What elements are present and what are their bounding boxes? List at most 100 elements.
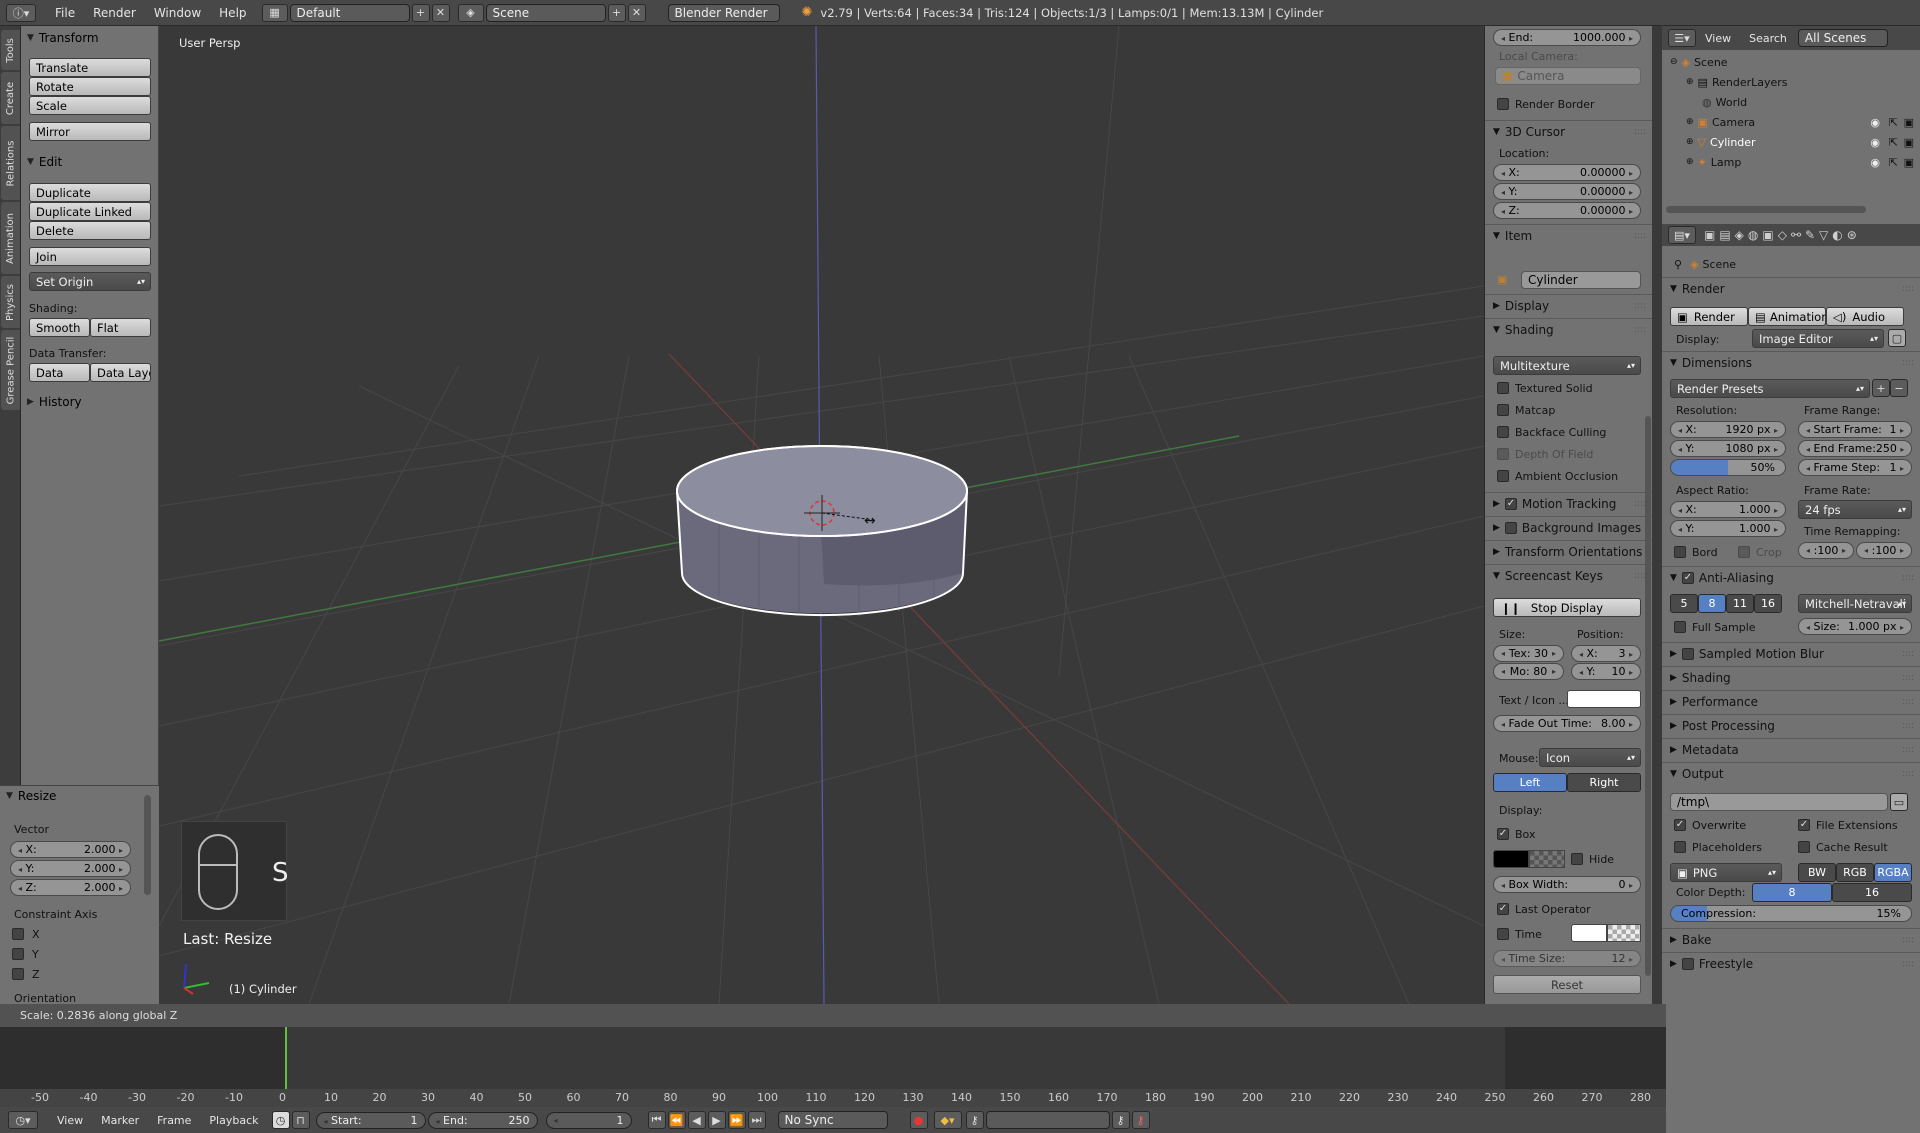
resolution-y-field[interactable]: ◂ Y: 1080 px ▸ — [1670, 440, 1786, 457]
performance-header[interactable]: ▶ Performance:::: — [1662, 690, 1920, 712]
mirror-button[interactable]: Mirror — [29, 122, 151, 141]
box-checkbox[interactable]: ✓ — [1497, 828, 1509, 840]
position-y-field[interactable]: ◂ Y: 10 ▸ — [1571, 663, 1641, 680]
tab-tools[interactable]: Tools — [1, 30, 20, 70]
3d-viewport[interactable]: ↔ User Persp S Last: Resize (1) Cylinder — [159, 26, 1484, 1004]
keying-set-field[interactable] — [985, 1111, 1110, 1129]
color-rgb-button[interactable]: RGB — [1836, 863, 1874, 882]
box-width-field[interactable]: ◂ Box Width: 0 ▸ — [1493, 876, 1641, 893]
ambient-occlusion-checkbox[interactable] — [1497, 470, 1509, 482]
current-frame-marker[interactable] — [285, 1027, 287, 1089]
transform-panel-header[interactable]: ▼ Transform — [27, 28, 99, 48]
constraint-y-checkbox[interactable] — [12, 948, 24, 960]
outliner-view-menu[interactable]: View — [1696, 32, 1740, 45]
time-remap-old-field[interactable]: ◂:100 ▸ — [1798, 542, 1854, 559]
context-tabs-icons[interactable]: ▣▤◈◍▣◇⚯✎▽◐⊛ — [1704, 228, 1861, 242]
time-color-swatch[interactable] — [1571, 924, 1607, 942]
next-keyframe-icon[interactable]: ⏩ — [727, 1111, 746, 1129]
prev-keyframe-icon[interactable]: ⏪ — [667, 1111, 686, 1129]
tex-size-field[interactable]: ◂ Tex: 30 ▸ — [1493, 645, 1564, 662]
backface-culling-checkbox[interactable] — [1497, 426, 1509, 438]
timeline-marker-menu[interactable]: Marker — [92, 1114, 148, 1127]
menu-file[interactable]: File — [46, 6, 84, 20]
jump-start-icon[interactable]: ⏮ — [647, 1111, 666, 1129]
outliner-display-select[interactable]: All Scenes — [1797, 29, 1888, 47]
aa-samples-8[interactable]: 8 — [1698, 594, 1726, 613]
post-processing-header[interactable]: ▶ Post Processing:::: — [1662, 714, 1920, 736]
aa-filter-select[interactable]: Mitchell-Netravali ▴▾ — [1798, 594, 1912, 613]
resize-panel-header[interactable]: ▼ Resize — [6, 786, 56, 806]
outliner-row-camera[interactable]: ⊕ ▣ Camera ◉ ⇱ ▣ — [1662, 112, 1920, 132]
start-frame-field[interactable]: ◂ Start Frame: 1 ▸ — [1798, 421, 1912, 438]
right-button[interactable]: Right — [1567, 773, 1641, 792]
data-button[interactable]: Data — [29, 363, 90, 382]
time-alpha-swatch[interactable] — [1607, 924, 1641, 942]
output-header[interactable]: ▼ Output:::: — [1662, 762, 1920, 784]
duplicate-linked-button[interactable]: Duplicate Linked — [29, 202, 151, 221]
delete-keyframe-icon[interactable]: ⚷ — [1131, 1111, 1150, 1129]
render-display-icon[interactable]: ▢ — [1888, 329, 1906, 347]
menu-window[interactable]: Window — [145, 6, 210, 20]
hide-checkbox[interactable] — [1571, 853, 1583, 865]
cursor-z-field[interactable]: ◂ Z: 0.00000 ▸ — [1493, 202, 1641, 219]
remove-scene-icon[interactable]: ✕ — [627, 3, 646, 22]
cursor-y-field[interactable]: ◂ Y: 0.00000 ▸ — [1493, 183, 1641, 200]
resize-y-field[interactable]: ◂ Y: 2.000 ▸ — [10, 860, 131, 877]
translate-button[interactable]: Translate — [29, 58, 151, 77]
outliner-row-cylinder[interactable]: ⊕ ▽ Cylinder ◉ ⇱ ▣ — [1662, 132, 1920, 152]
flat-button[interactable]: Flat — [90, 318, 151, 337]
history-panel-header[interactable]: ▶ History — [27, 392, 82, 412]
motion-tracking-header[interactable]: ▶ ✓ Motion Tracking:::: — [1485, 492, 1652, 514]
box-color-swatch[interactable] — [1493, 850, 1529, 868]
color-depth-8-button[interactable]: 8 — [1752, 883, 1832, 902]
outliner-editor-icon[interactable]: ☰▾ — [1668, 29, 1696, 47]
3d-cursor-header[interactable]: ▼ 3D Cursor:::: — [1485, 120, 1652, 142]
color-depth-16-button[interactable]: 16 — [1832, 883, 1912, 902]
record-icon[interactable]: ● — [909, 1111, 928, 1129]
tab-relations[interactable]: Relations — [1, 126, 20, 200]
timeline-playback-menu[interactable]: Playback — [200, 1114, 267, 1127]
overwrite-checkbox[interactable]: ✓ — [1674, 819, 1686, 831]
tab-physics[interactable]: Physics — [1, 276, 20, 328]
mouse-size-field[interactable]: ◂ Mo: 80 ▸ — [1493, 663, 1564, 680]
layout-icon[interactable]: ▦ — [261, 3, 288, 22]
file-format-select[interactable]: ▣ PNG ▴▾ — [1670, 863, 1782, 882]
sampled-motion-blur-header[interactable]: ▶ Sampled Motion Blur:::: — [1662, 642, 1920, 664]
outliner-search-menu[interactable]: Search — [1740, 32, 1796, 45]
smooth-button[interactable]: Smooth — [29, 318, 90, 337]
add-layout-icon[interactable]: + — [411, 3, 430, 22]
shading-header[interactable]: ▼ Shading:::: — [1485, 318, 1652, 340]
metadata-header[interactable]: ▶ Metadata:::: — [1662, 738, 1920, 760]
aa-samples-16[interactable]: 16 — [1754, 594, 1782, 613]
render-engine-select[interactable]: Blender Render — [667, 3, 780, 22]
display-header[interactable]: ▶ Display:::: — [1485, 294, 1652, 316]
menu-render[interactable]: Render — [84, 6, 145, 20]
frame-step-field[interactable]: ◂ Frame Step: 1 ▸ — [1798, 459, 1912, 476]
background-images-header[interactable]: ▶ Background Images — [1485, 516, 1652, 538]
aa-samples-5[interactable]: 5 — [1670, 594, 1698, 613]
stop-display-button[interactable]: ❙❙ Stop Display — [1493, 598, 1641, 617]
constraint-x-checkbox[interactable] — [12, 928, 24, 940]
clip-end-field[interactable]: ◂ End: 1000.000 ▸ — [1493, 29, 1641, 46]
left-button[interactable]: Left — [1493, 773, 1567, 792]
data-layout-button[interactable]: Data Layo — [90, 363, 151, 382]
timeline-editor-icon[interactable]: ◷▾ — [8, 1111, 38, 1129]
folder-icon[interactable]: ▭ — [1890, 793, 1908, 811]
add-preset-icon[interactable]: + — [1872, 379, 1890, 397]
outliner-scrollbar[interactable] — [1666, 206, 1866, 213]
output-path-field[interactable]: /tmp\ — [1670, 793, 1888, 811]
mouse-mode-select[interactable]: Icon ▴▾ — [1539, 748, 1641, 767]
render-button[interactable]: ▣ Render — [1670, 307, 1748, 326]
color-bw-button[interactable]: BW — [1798, 863, 1836, 882]
item-header[interactable]: ▼ Item:::: — [1485, 224, 1652, 246]
npanel-scrollbar[interactable] — [1645, 416, 1651, 976]
cache-result-checkbox[interactable] — [1798, 841, 1810, 853]
scene-select[interactable]: Scene — [485, 3, 606, 22]
layout-select[interactable]: Default — [289, 3, 410, 22]
insert-keyframe-icon[interactable]: ⚷ — [1111, 1111, 1130, 1129]
render-display-select[interactable]: Image Editor ▴▾ — [1752, 329, 1884, 348]
text-color-swatch[interactable] — [1567, 690, 1641, 708]
constraint-z-checkbox[interactable] — [12, 968, 24, 980]
local-camera-field[interactable]: ▣ Camera — [1495, 67, 1641, 85]
render-shading-header[interactable]: ▶ Shading:::: — [1662, 666, 1920, 688]
